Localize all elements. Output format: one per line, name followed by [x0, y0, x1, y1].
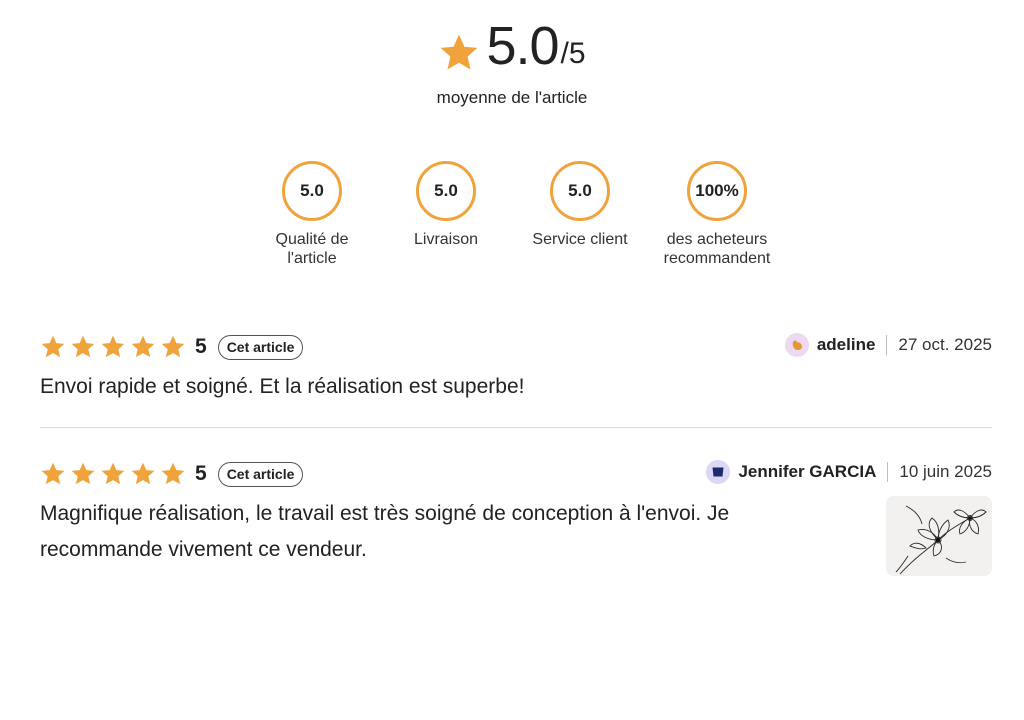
review-text: Envoi rapide et soigné. Et la réalisatio… — [40, 375, 525, 398]
review-meta: adeline 27 oct. 2025 — [784, 331, 992, 359]
star-icon — [131, 335, 155, 358]
star-icon — [41, 335, 65, 358]
metric-recommend: 100% des acheteurs recommandent — [652, 161, 782, 268]
review-date: 27 oct. 2025 — [898, 335, 992, 354]
review-meta: Jennifer GARCIA 10 juin 2025 — [706, 458, 992, 486]
average-max: /5 — [560, 37, 586, 70]
metric-value: 5.0 — [416, 161, 476, 221]
metric-value: 100% — [687, 161, 747, 221]
star-icon — [101, 462, 125, 485]
metric-label: des acheteurs recommandent — [663, 231, 771, 267]
metric-label: Livraison — [413, 231, 479, 248]
avatar[interactable] — [706, 460, 731, 484]
metric-quality: 5.0 Qualité de l'article — [247, 161, 377, 268]
metric-label: Qualité de l'article — [275, 231, 349, 267]
star-icon — [441, 34, 478, 70]
average-rating: 5.0 /5 — [438, 14, 586, 76]
wire-flower-artwork-photo — [886, 496, 992, 576]
review-rating: 5 Cet article — [40, 331, 304, 363]
star-icon — [71, 335, 95, 358]
metric-value: 5.0 — [282, 161, 342, 221]
star-icon — [71, 462, 95, 485]
star-rating — [40, 461, 186, 487]
avatar[interactable] — [784, 333, 809, 357]
average-caption: moyenne de l'article — [436, 88, 588, 107]
this-item-badge: Cet article — [217, 334, 304, 360]
star-rating — [40, 334, 186, 360]
review-photo[interactable] — [886, 496, 992, 576]
rating-summary: 5.0 /5 moyenne de l'article — [0, 14, 1024, 110]
star-icon — [41, 462, 65, 485]
review-text: Magnifique réalisation, le travail est t… — [40, 502, 730, 561]
this-item-badge: Cet article — [217, 461, 304, 487]
star-icon — [161, 462, 185, 485]
reviewer-name[interactable]: adeline — [817, 335, 876, 355]
metric-value: 5.0 — [550, 161, 610, 221]
average-value: 5.0 — [486, 16, 559, 76]
meta-divider — [887, 462, 889, 482]
star-icon — [101, 335, 125, 358]
star-icon — [161, 335, 185, 358]
metric-label: Service client — [532, 231, 628, 248]
star-icon — [131, 462, 155, 485]
meta-divider — [886, 335, 888, 355]
review-rating: 5 Cet article — [40, 458, 304, 490]
cup-avatar-icon — [712, 467, 724, 477]
fruit-avatar-icon — [792, 340, 802, 350]
review-date: 10 juin 2025 — [899, 462, 992, 481]
rating-number: 5 — [195, 335, 207, 358]
metric-delivery: 5.0 Livraison — [381, 161, 511, 249]
rating-number: 5 — [195, 462, 207, 485]
metric-customer-service: 5.0 Service client — [515, 161, 645, 249]
review-divider — [40, 427, 992, 428]
reviewer-name[interactable]: Jennifer GARCIA — [738, 462, 876, 482]
